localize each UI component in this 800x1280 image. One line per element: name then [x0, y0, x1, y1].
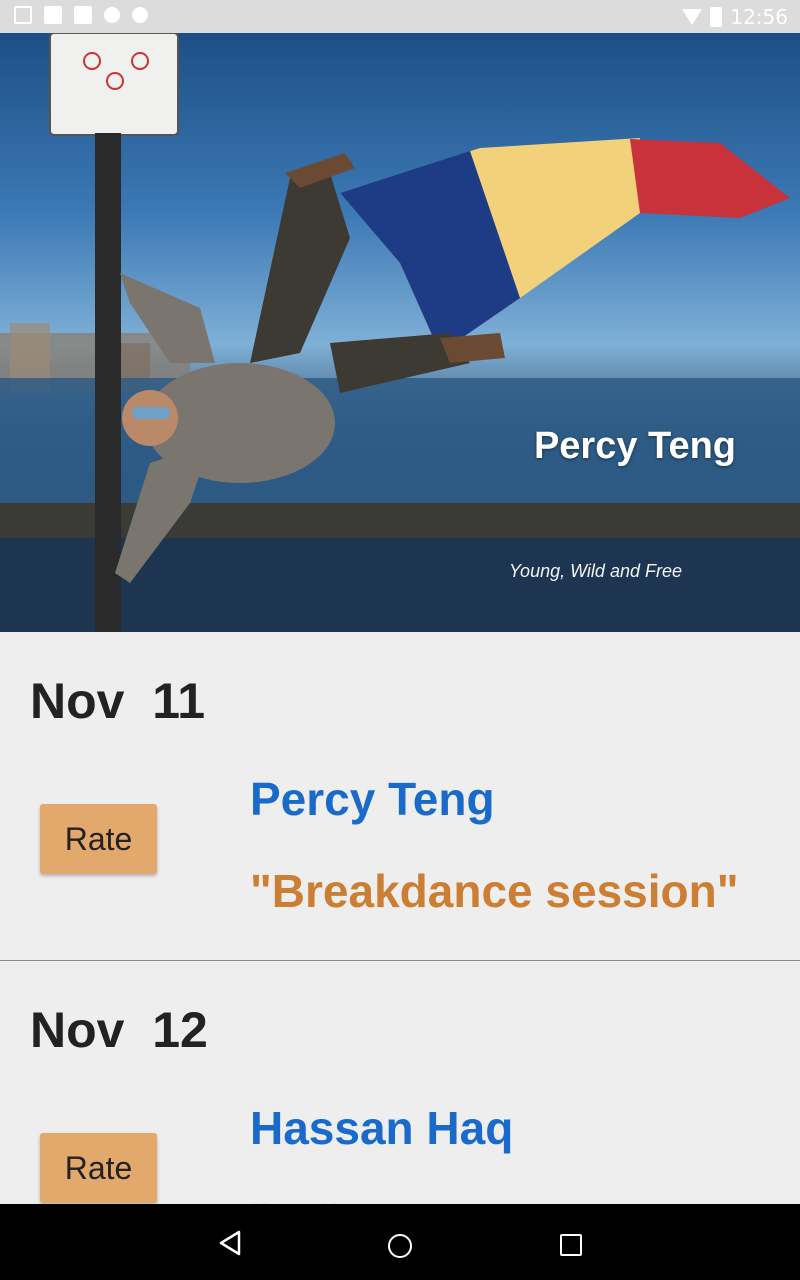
status-bar: 12:56: [0, 0, 800, 33]
rate-button[interactable]: Rate: [40, 1133, 157, 1203]
entry-name: Hassan Haq: [250, 1102, 514, 1154]
entry-date: Nov 11: [30, 673, 206, 729]
entry-title: "Breakdance session": [250, 865, 739, 917]
hero-photo: [0, 33, 800, 632]
hero-tagline: Young, Wild and Free: [509, 561, 682, 581]
status-time: 12:56: [730, 5, 788, 29]
hero-name: Percy Teng: [533, 425, 736, 467]
session-list[interactable]: Nov 11 Rate Percy Teng "Breakdance sessi…: [0, 632, 800, 1204]
entry-title: "…": [250, 1193, 340, 1204]
entry-name: Percy Teng: [250, 773, 495, 825]
notification-icon: [44, 6, 62, 24]
hero-banner: Percy Teng Young, Wild and Free: [0, 33, 800, 632]
home-icon[interactable]: [388, 1234, 412, 1258]
android-icon: [132, 7, 148, 23]
battery-icon: [710, 7, 723, 27]
image-icon: [14, 6, 32, 24]
back-icon[interactable]: [218, 1230, 242, 1256]
list-item[interactable]: Nov 12 Rate Hassan Haq "…": [0, 961, 800, 1204]
wifi-icon: [682, 9, 703, 25]
status-system: 12:56: [682, 5, 788, 29]
notification-icon: [74, 6, 92, 24]
android-icon: [104, 7, 120, 23]
navigation-bar: [0, 1204, 800, 1280]
entry-date: Nov 12: [30, 1002, 208, 1058]
rate-button[interactable]: Rate: [40, 804, 157, 874]
recents-icon[interactable]: [560, 1234, 582, 1256]
list-item[interactable]: Nov 11 Rate Percy Teng "Breakdance sessi…: [0, 632, 800, 961]
status-notifications: [14, 6, 148, 24]
